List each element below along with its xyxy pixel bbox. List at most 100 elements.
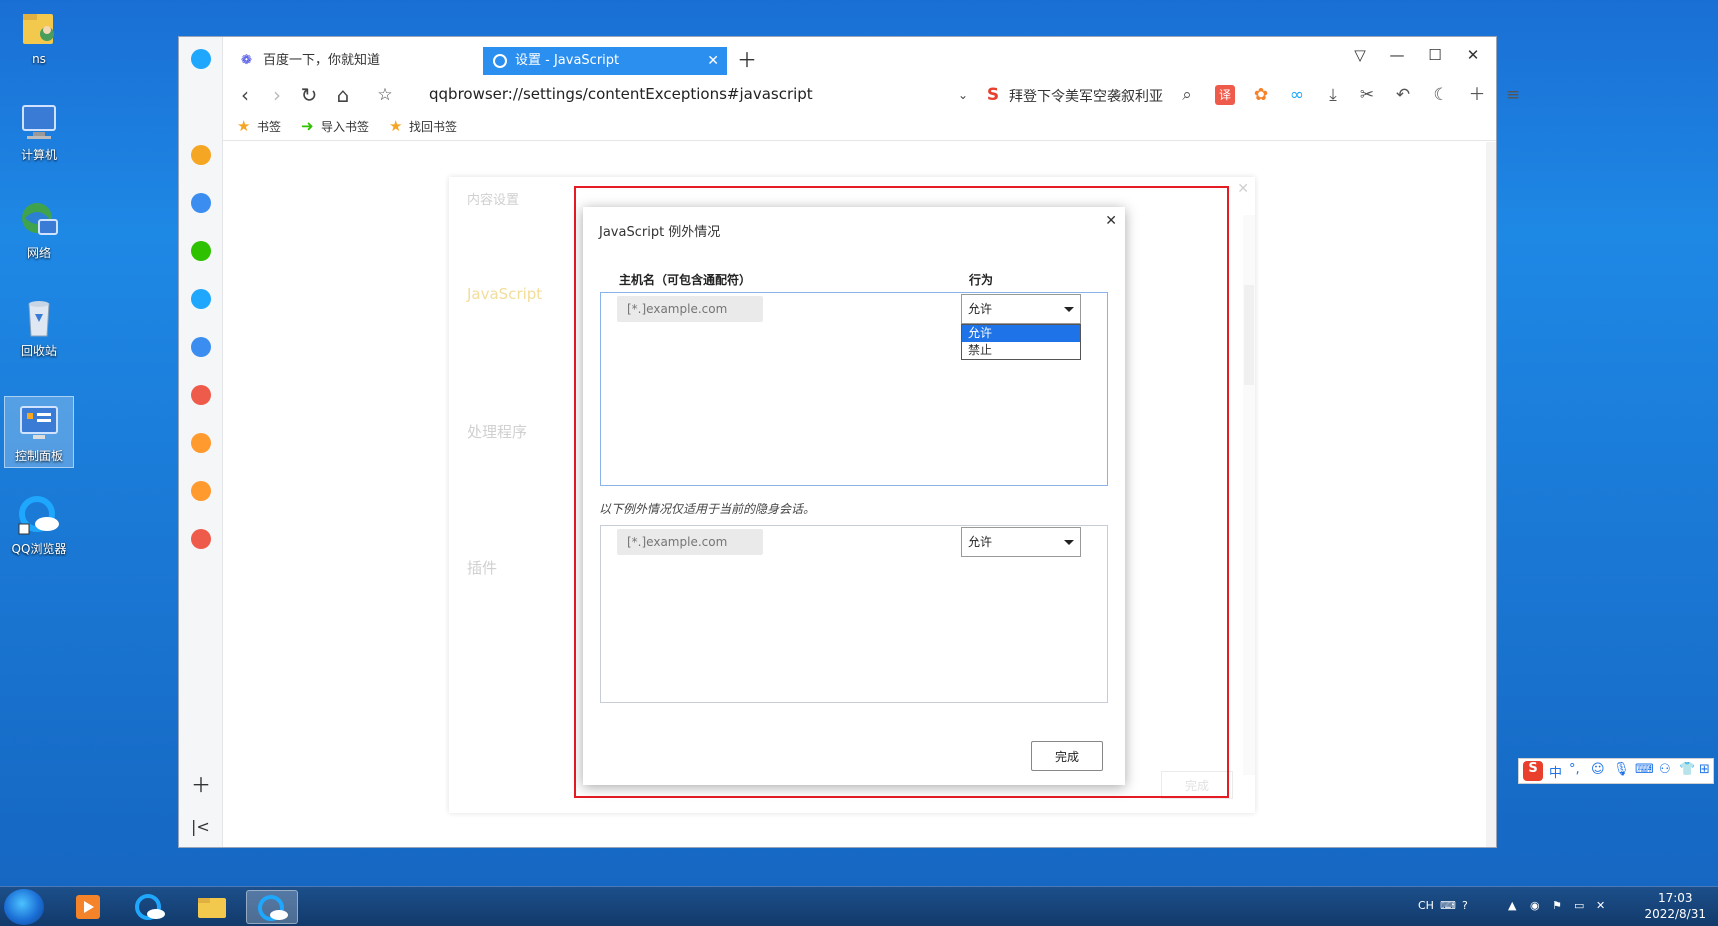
collapse-sidebar-icon[interactable]: |< — [191, 817, 210, 836]
add-icon[interactable]: ＋ — [1467, 85, 1487, 105]
desktop-icon-qq-browser[interactable]: QQ浏览器 — [4, 494, 74, 557]
close-window-icon[interactable]: ✕ — [1463, 45, 1483, 65]
taskbar-explorer-icon[interactable] — [186, 890, 238, 924]
desktop-icon-control-panel[interactable]: 控制面板 — [4, 396, 74, 468]
tab-label: 百度一下，你就知道 — [263, 53, 381, 68]
ime-menu-icon[interactable]: ⊞ — [1699, 762, 1710, 777]
home-icon[interactable]: ⌂ — [331, 83, 355, 107]
keyboard-icon[interactable]: ⌨ — [1635, 762, 1654, 777]
url-dropdown-icon[interactable]: ⌄ — [951, 83, 975, 107]
computer-icon — [17, 100, 61, 144]
behavior-select[interactable]: 允许 — [961, 294, 1081, 324]
refresh-icon[interactable]: ↻ — [297, 83, 321, 107]
start-button-icon[interactable] — [4, 889, 44, 925]
page-scrollbar[interactable] — [1486, 142, 1496, 847]
host-pattern-input[interactable] — [617, 296, 763, 322]
reader-icon[interactable] — [191, 481, 211, 501]
ime-toolbar: S 中 °, ☺ 🎙 ⌨ ⚇ 👕 ⊞ — [1518, 758, 1714, 784]
taskbar-clock[interactable]: 17:03 2022/8/31 — [1644, 890, 1706, 922]
wechat-icon[interactable] — [191, 241, 211, 261]
recycle-bin-icon — [17, 296, 61, 340]
tab-settings[interactable]: 设置 - JavaScript ✕ — [483, 47, 727, 75]
app-store-icon[interactable] — [191, 529, 211, 549]
settings-close-icon[interactable]: ✕ — [1237, 181, 1249, 197]
pdf-icon[interactable] — [191, 385, 211, 405]
address-bar: ‹ › ↻ ⌂ ☆ qqbrowser://settings/contentEx… — [223, 77, 1520, 113]
search-tool-icon[interactable] — [191, 433, 211, 453]
desktop-icon-label: 回收站 — [20, 344, 57, 358]
file-transfer-icon[interactable] — [191, 289, 211, 309]
maximize-icon[interactable]: ☐ — [1425, 45, 1445, 65]
punctuation-icon[interactable]: °, — [1569, 762, 1580, 777]
behavior-select-value: 允许 — [968, 302, 993, 316]
desktop-icon-computer[interactable]: 计算机 — [4, 100, 74, 163]
tab-bar: ❁ 百度一下，你就知道 设置 - JavaScript ✕ ＋ ▽ — ☐ ✕ — [223, 37, 1496, 77]
bookmark-item-bookmarks[interactable]: ★ 书签 — [237, 117, 282, 135]
tray-browser-icon[interactable]: ◉ — [1530, 899, 1540, 912]
clock-date: 2022/8/31 — [1644, 907, 1706, 921]
tab-baidu[interactable]: ❁ 百度一下，你就知道 — [231, 47, 481, 75]
tray-flag-icon[interactable]: ⚑ — [1552, 899, 1562, 912]
search-icon[interactable]: ⌕ — [1177, 85, 1197, 105]
user-icon[interactable]: ⚇ — [1659, 762, 1671, 777]
taskbar-qq-browser-icon[interactable] — [124, 890, 176, 924]
infinity-icon[interactable]: ∞ — [1287, 85, 1307, 105]
minimize-icon[interactable]: — — [1387, 45, 1407, 65]
new-tab-icon[interactable]: ＋ — [737, 50, 757, 70]
desktop-icon-label: 计算机 — [20, 148, 57, 162]
done-button[interactable]: 完成 — [1031, 741, 1103, 771]
add-sidebar-icon[interactable]: ＋ — [191, 769, 211, 798]
section-content-settings: 内容设置 — [467, 193, 520, 208]
game-icon[interactable]: ✿ — [1251, 85, 1271, 105]
tray-volume-muted-icon[interactable]: ✕ — [1596, 899, 1605, 912]
skin-icon[interactable]: 👕 — [1679, 762, 1695, 777]
settings-scrollbar[interactable] — [1243, 215, 1255, 775]
behavior-option-block[interactable]: 禁止 — [962, 342, 1080, 359]
screenshot-scissors-icon[interactable]: ✂ — [1357, 85, 1377, 105]
settings-gear-icon — [493, 54, 507, 68]
behavior-option-allow[interactable]: 允许 — [962, 325, 1080, 342]
tshirt-skin-icon[interactable]: ▽ — [1350, 45, 1370, 65]
bookmark-star-icon[interactable]: ☆ — [373, 83, 397, 107]
forward-icon[interactable]: › — [265, 83, 289, 107]
taskbar-media-player-icon[interactable] — [62, 890, 114, 924]
dialog-close-icon[interactable]: ✕ — [1105, 213, 1117, 229]
undo-icon[interactable]: ↶ — [1393, 85, 1413, 105]
favorites-icon[interactable] — [191, 145, 211, 165]
desktop-icon-recycle-bin[interactable]: 回收站 — [4, 296, 74, 359]
sogou-search-icon[interactable]: S — [983, 85, 1003, 105]
tray-network-icon[interactable]: ▭ — [1574, 899, 1584, 912]
dropdown-arrow-icon — [1064, 307, 1074, 312]
bookmark-item-import[interactable]: ➜ 导入书签 — [301, 117, 369, 135]
incognito-host-pattern-input[interactable] — [617, 529, 763, 555]
qq-logo-icon[interactable] — [191, 49, 211, 69]
back-icon[interactable]: ‹ — [233, 83, 257, 107]
bookmark-label: 书签 — [257, 120, 282, 134]
tray-help-icon[interactable]: ? — [1462, 899, 1468, 912]
download-icon[interactable]: ⤓ — [1323, 85, 1343, 105]
microphone-icon[interactable]: 🎙 — [1613, 762, 1630, 777]
sogou-ime-icon[interactable]: S — [1523, 761, 1543, 781]
behavior-dropdown: 允许 禁止 — [961, 324, 1081, 360]
section-javascript: JavaScript — [467, 285, 543, 303]
incognito-behavior-select[interactable]: 允许 — [961, 527, 1081, 557]
tray-lang[interactable]: CH — [1418, 899, 1434, 912]
emoji-icon[interactable]: ☺ — [1591, 762, 1605, 777]
menu-icon[interactable]: ≡ — [1503, 85, 1523, 105]
translate-icon[interactable]: 译 — [1215, 85, 1235, 105]
close-tab-icon[interactable]: ✕ — [707, 47, 719, 75]
taskbar-qq-browser-active-icon[interactable] — [246, 890, 298, 924]
desktop-icon-network[interactable]: 网络 — [4, 198, 74, 261]
news-ticker[interactable]: 拜登下令美军空袭叙利亚 — [1009, 86, 1163, 106]
ime-lang[interactable]: 中 — [1549, 762, 1562, 781]
cloud-icon[interactable] — [191, 337, 211, 357]
history-icon[interactable] — [191, 193, 211, 213]
desktop-icon-ns[interactable]: ns — [4, 6, 74, 66]
tray-keyboard-icon[interactable]: ⌨ — [1440, 899, 1456, 912]
url-input[interactable]: qqbrowser://settings/contentExceptions#j… — [429, 85, 813, 103]
night-mode-icon[interactable]: ☾ — [1431, 85, 1451, 105]
bookmark-item-recover[interactable]: ★ 找回书签 — [389, 117, 457, 135]
tray-overflow-icon[interactable]: ▲ — [1508, 899, 1516, 912]
section-plugins: 插件 — [467, 559, 498, 577]
clock-time: 17:03 — [1657, 891, 1693, 905]
